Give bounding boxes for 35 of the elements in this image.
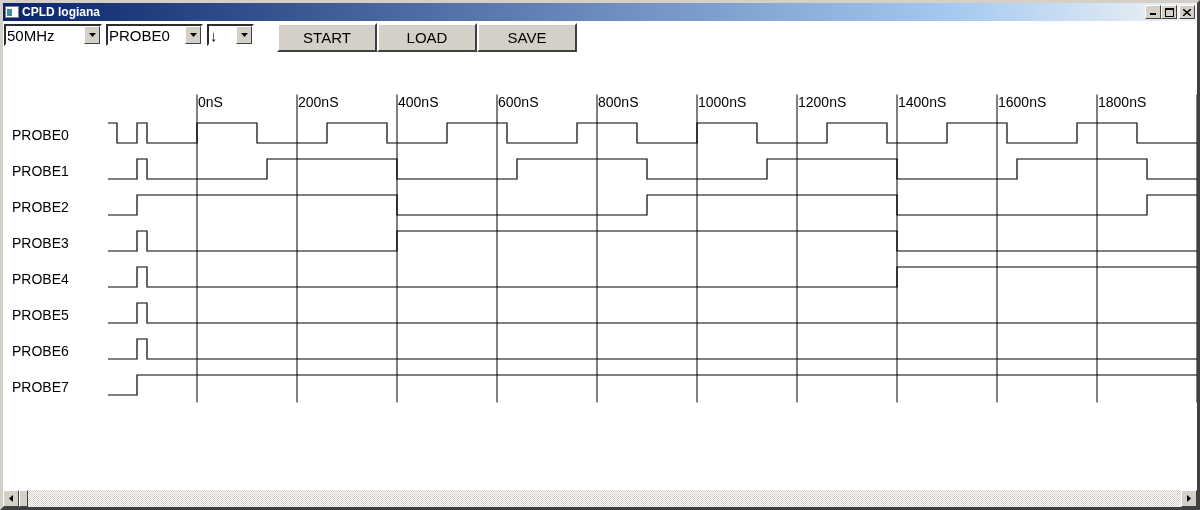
close-icon[interactable]	[1179, 5, 1195, 19]
dropdown[interactable]: ↓	[207, 24, 254, 46]
time-label: 800nS	[598, 93, 639, 110]
maximize-icon[interactable]	[1161, 5, 1177, 19]
time-label: 1400nS	[898, 93, 947, 110]
dropdown-value: 50MHz	[6, 26, 56, 44]
toolbar-button[interactable]: START	[277, 23, 377, 52]
scroll-left-icon[interactable]	[3, 490, 19, 507]
probe-label: PROBE0	[12, 127, 69, 143]
time-label: 1200nS	[798, 93, 847, 110]
time-label: 1000nS	[698, 93, 747, 110]
scrollbar-thumb[interactable]	[19, 490, 28, 507]
probe-label: PROBE5	[12, 307, 69, 323]
time-label: 600nS	[498, 93, 539, 110]
dropdown[interactable]: PROBE0	[106, 24, 203, 46]
probe-label: PROBE3	[12, 235, 69, 251]
scroll-right-icon[interactable]	[1181, 490, 1197, 507]
time-label: 1600nS	[998, 93, 1047, 110]
minimize-icon[interactable]	[1145, 5, 1161, 19]
probe-label: PROBE1	[12, 163, 69, 179]
dropdown-value: ↓	[209, 26, 219, 44]
probe-label: PROBE6	[12, 343, 69, 359]
dropdown-value: PROBE0	[108, 26, 171, 44]
dropdown[interactable]: 50MHz	[4, 24, 102, 46]
window-title: CPLD logiana	[22, 5, 101, 19]
toolbar-button[interactable]: SAVE	[477, 23, 577, 52]
probe-label: PROBE4	[12, 271, 69, 287]
app-icon	[5, 6, 19, 18]
time-label: 0nS	[198, 93, 223, 110]
toolbar-button[interactable]: LOAD	[377, 23, 477, 52]
probe-label: PROBE7	[12, 379, 69, 395]
time-label: 200nS	[298, 93, 339, 110]
probe-label: PROBE2	[12, 199, 69, 215]
time-label: 1800nS	[1098, 93, 1147, 110]
time-label: 400nS	[398, 93, 439, 110]
